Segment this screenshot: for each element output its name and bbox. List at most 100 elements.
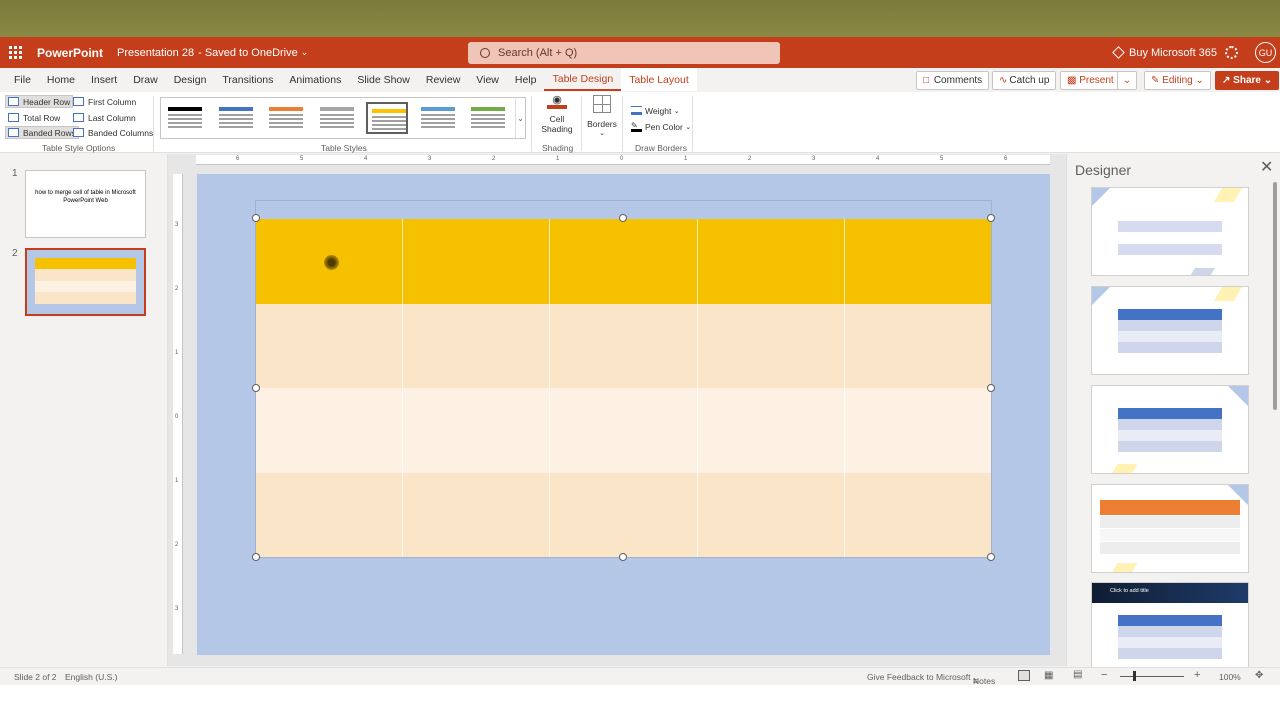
table-style-option[interactable]	[164, 102, 206, 134]
save-status[interactable]: - Saved to OneDrive	[198, 47, 298, 59]
gear-icon[interactable]	[1225, 46, 1238, 59]
table-cell[interactable]	[403, 388, 551, 473]
banded-rows-checkbox[interactable]: Banded Rows	[5, 126, 79, 139]
table-style-option[interactable]	[316, 102, 358, 134]
cell-shading-button[interactable]: ◉ Cell Shading	[537, 95, 577, 135]
table-style-option[interactable]	[366, 102, 408, 134]
reading-view-icon[interactable]: ▤	[1073, 669, 1082, 680]
table-cell[interactable]	[550, 472, 698, 557]
design-idea-card[interactable]	[1091, 286, 1249, 375]
feedback-link[interactable]: Give Feedback to Microsoft	[867, 672, 970, 682]
design-idea-card[interactable]: Click to add title	[1091, 582, 1249, 671]
design-idea-card[interactable]	[1091, 385, 1249, 474]
tab-table-layout[interactable]: Table Layout	[621, 68, 697, 91]
slide-sorter-icon[interactable]: ▦	[1044, 670, 1053, 681]
tab-animations[interactable]: Animations	[281, 68, 349, 91]
tab-file[interactable]: File	[6, 68, 39, 91]
present-button[interactable]: ▩ Present	[1060, 71, 1121, 90]
search-box[interactable]: Search (Alt + Q)	[468, 42, 780, 64]
fit-to-window-icon[interactable]: ✥	[1255, 670, 1263, 681]
table-cell[interactable]	[698, 303, 845, 388]
comments-button[interactable]: □ Comments	[916, 71, 990, 90]
banded-columns-checkbox[interactable]: Banded Columns	[73, 126, 153, 139]
table-cell[interactable]	[256, 303, 404, 388]
avatar[interactable]: GU	[1255, 42, 1276, 63]
buy-microsoft-365-link[interactable]: Buy Microsoft 365	[1112, 37, 1217, 68]
resize-handle[interactable]	[619, 553, 627, 561]
slide-thumbnail-2[interactable]	[25, 248, 146, 316]
share-button[interactable]: ↗ Share ⌄	[1215, 71, 1280, 90]
zoom-slider-thumb[interactable]	[1133, 671, 1136, 681]
table-style-option[interactable]	[215, 102, 257, 134]
design-idea-card[interactable]	[1091, 187, 1249, 276]
tab-table-design[interactable]: Table Design	[544, 68, 622, 91]
app-name[interactable]: PowerPoint	[37, 46, 103, 60]
table-cell[interactable]	[845, 388, 991, 473]
table[interactable]	[256, 219, 991, 557]
total-row-checkbox[interactable]: Total Row	[8, 111, 60, 124]
zoom-slider[interactable]	[1120, 676, 1184, 677]
designer-scrollbar[interactable]	[1273, 182, 1277, 410]
tab-insert[interactable]: Insert	[83, 68, 125, 91]
table-row[interactable]	[256, 303, 991, 389]
document-name[interactable]: Presentation 28	[117, 47, 194, 59]
slide-thumbnail-1[interactable]: how to merge cell of table in Microsoft …	[25, 170, 146, 238]
table-cell[interactable]	[403, 303, 551, 388]
table-cell[interactable]	[550, 388, 698, 473]
normal-view-icon[interactable]	[1018, 670, 1030, 681]
pen-color-button[interactable]: ✎ Pen Color ⌄	[631, 120, 691, 133]
table-cell[interactable]	[550, 303, 698, 388]
close-icon[interactable]: ✕	[1260, 157, 1273, 177]
table-style-option[interactable]	[417, 102, 459, 134]
tab-help[interactable]: Help	[507, 68, 545, 91]
resize-handle[interactable]	[987, 384, 995, 392]
resize-handle[interactable]	[252, 214, 260, 222]
design-idea-card[interactable]	[1091, 484, 1249, 573]
catch-up-label: Catch up	[1009, 75, 1050, 86]
first-column-checkbox[interactable]: First Column	[73, 95, 136, 108]
table-cell[interactable]	[845, 473, 991, 558]
designer-pane: Designer ✕ Click to add title	[1066, 154, 1280, 671]
language-indicator[interactable]: English (U.S.)	[65, 672, 117, 682]
table-cell[interactable]	[256, 388, 404, 473]
present-dropdown[interactable]: ⌄	[1117, 71, 1137, 90]
tab-design[interactable]: Design	[166, 68, 215, 91]
header-row-checkbox[interactable]: Header Row	[5, 95, 74, 108]
tab-transitions[interactable]: Transitions	[214, 68, 281, 91]
catch-up-button[interactable]: ∿ Catch up	[992, 71, 1057, 90]
weight-button[interactable]: Weight ⌄	[631, 104, 680, 117]
resize-handle[interactable]	[252, 553, 260, 561]
table-cell[interactable]	[698, 219, 845, 304]
table-cell[interactable]	[698, 388, 845, 473]
editing-mode-button[interactable]: ✎ Editing ⌄	[1144, 71, 1211, 90]
table-header-row[interactable]	[256, 219, 991, 304]
table-style-option[interactable]	[265, 102, 307, 134]
table-row[interactable]	[256, 388, 991, 473]
table-cell[interactable]	[256, 472, 404, 557]
tab-slide-show[interactable]: Slide Show	[349, 68, 418, 91]
resize-handle[interactable]	[987, 214, 995, 222]
zoom-out-icon[interactable]: −	[1101, 669, 1107, 681]
table-cell[interactable]	[845, 304, 991, 389]
tab-draw[interactable]: Draw	[125, 68, 166, 91]
table-style-option[interactable]	[467, 102, 509, 134]
table-cell[interactable]	[845, 219, 991, 304]
pen-color-label: Pen Color	[645, 121, 683, 132]
gallery-scroll-icon[interactable]: ⌄	[515, 98, 525, 138]
resize-handle[interactable]	[252, 384, 260, 392]
table-cell[interactable]	[550, 219, 698, 304]
table-cell[interactable]	[403, 472, 551, 557]
table-cell[interactable]	[403, 219, 551, 304]
zoom-in-icon[interactable]: +	[1194, 669, 1200, 681]
resize-handle[interactable]	[619, 214, 627, 222]
tab-view[interactable]: View	[468, 68, 507, 91]
last-column-checkbox[interactable]: Last Column	[73, 111, 136, 124]
resize-handle[interactable]	[987, 553, 995, 561]
app-launcher-icon[interactable]	[0, 37, 30, 68]
borders-button[interactable]: Borders ⌄	[584, 95, 620, 137]
tab-review[interactable]: Review	[418, 68, 468, 91]
table-row[interactable]	[256, 472, 991, 558]
tab-home[interactable]: Home	[39, 68, 83, 91]
table-cell[interactable]	[698, 472, 845, 557]
zoom-level[interactable]: 100%	[1219, 672, 1241, 682]
